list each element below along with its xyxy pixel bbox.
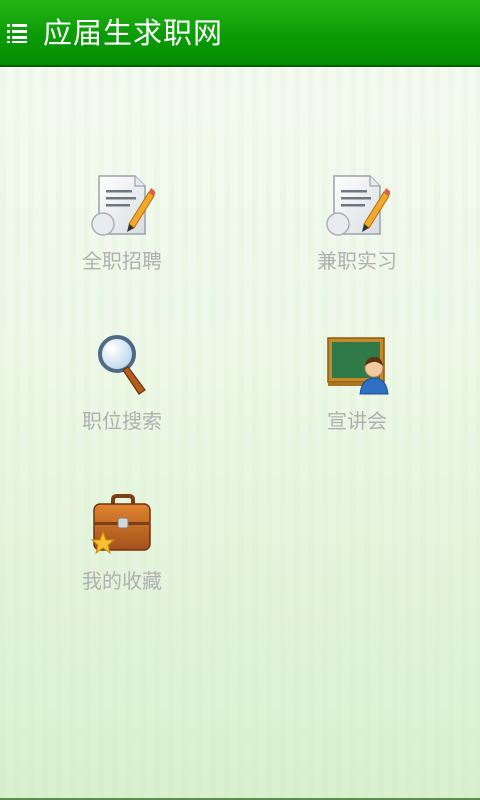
menu-label: 全职招聘 [82, 249, 162, 273]
top-app-bar: 应届生求职网 [0, 0, 480, 67]
menu-parttime-internship[interactable]: 兼职实习 [277, 172, 437, 302]
document-pen-icon [91, 175, 155, 236]
menu-label: 兼职实习 [317, 249, 397, 273]
menu-fulltime-recruitment[interactable]: 全职招聘 [42, 172, 202, 302]
menu-job-search[interactable]: 职位搜索 [42, 332, 202, 462]
menu-label: 我的收藏 [82, 569, 162, 593]
app-title: 应届生求职网 [43, 16, 224, 50]
briefcase-star-icon [90, 494, 151, 555]
menu-label: 宣讲会 [327, 409, 387, 433]
menu-my-favorites[interactable]: 我的收藏 [42, 492, 202, 622]
magnifier-icon [98, 335, 146, 395]
menu-label: 职位搜索 [82, 409, 162, 433]
menu-seminar[interactable]: 宣讲会 [277, 332, 437, 462]
blackboard-teacher-icon [327, 337, 389, 395]
list-menu-icon[interactable] [7, 22, 27, 44]
document-pen-icon [326, 175, 390, 236]
